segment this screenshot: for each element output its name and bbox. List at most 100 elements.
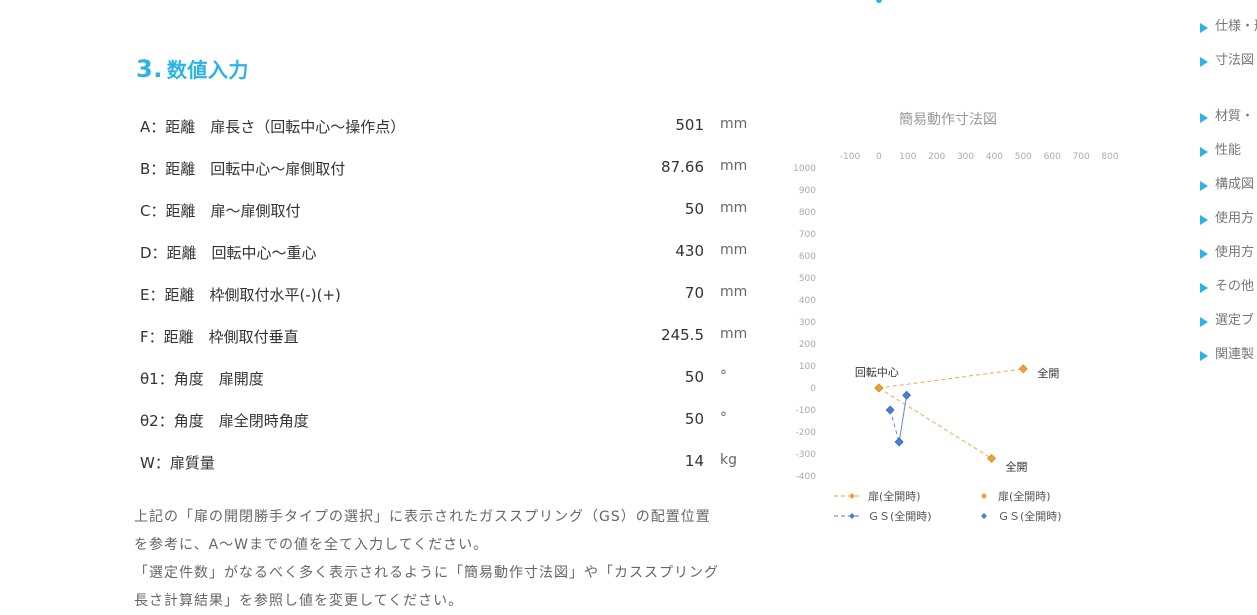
input-value[interactable]: 430 [584, 242, 704, 260]
input-value[interactable]: 70 [584, 284, 704, 302]
y-tick-label: -200 [796, 428, 817, 438]
input-label: B：距離 回転中心～扉側取付 [140, 160, 346, 178]
input-unit: mm [720, 116, 748, 132]
sidebar-item[interactable]: 性能 [1198, 142, 1257, 176]
sidebar-item-label: 仕様・形 [1215, 19, 1257, 34]
legend-label: 扉(全開時) [998, 489, 1051, 503]
input-unit: mm [720, 242, 748, 258]
y-tick-label: 600 [799, 252, 816, 262]
instructions: 上記の「扉の開閉勝手タイプの選択」に表示されたガススプリング（GS）の配置位置 … [134, 503, 774, 615]
point-annotation: 全開 [1037, 366, 1059, 380]
x-tick-label: 400 [986, 152, 1003, 162]
input-unit: mm [720, 326, 748, 342]
series-line [898, 395, 908, 442]
x-tick-label: 500 [1015, 152, 1032, 162]
input-value[interactable]: 14 [584, 452, 704, 470]
sidebar-item[interactable]: 構成図 [1198, 176, 1257, 210]
triangle-right-icon [1200, 317, 1208, 327]
sidebar-item[interactable]: その他 [1198, 278, 1257, 312]
input-value[interactable]: 50 [584, 200, 704, 218]
chart-svg: 簡易動作寸法図 -100 0 100 200 300 400 500 600 700 800 1000… [793, 112, 1119, 523]
sidebar-item-label: 材質・ [1215, 109, 1255, 124]
note-line: 「選定件数」がなるべく多く表示されるように「簡易動作寸法図」や「カススプリング [134, 565, 719, 581]
x-tick-label: -100 [840, 152, 861, 162]
sidebar-item[interactable]: 材質・ [1198, 108, 1257, 142]
note-line: 上記の「扉の開閉勝手タイプの選択」に表示されたガススプリング（GS）の配置位置 [134, 509, 711, 525]
input-row: B：距離 回転中心～扉側取付 87.66 mm [140, 158, 760, 182]
input-value[interactable]: 50 [584, 368, 704, 386]
y-tick-label: 900 [799, 186, 816, 196]
input-row: W：扉質量 14 kg [140, 452, 760, 476]
legend-marker [981, 513, 987, 519]
y-tick-label: -400 [796, 472, 817, 482]
triangle-right-icon [1200, 113, 1208, 123]
legend-label: 扉(全開時) [868, 489, 921, 503]
sidebar-item[interactable]: 選定ブ [1198, 312, 1257, 346]
input-label: F：距離 枠側取付垂直 [140, 328, 299, 346]
x-tick-label: 700 [1073, 152, 1090, 162]
triangle-right-icon [1200, 147, 1208, 157]
triangle-right-icon [1200, 283, 1208, 293]
chart-title: 簡易動作寸法図 [899, 112, 997, 128]
triangle-right-icon [1200, 215, 1208, 225]
sidebar-item[interactable]: 関連製 [1198, 346, 1257, 380]
sidebar-item[interactable]: 使用方 [1198, 210, 1257, 244]
input-label: W：扉質量 [140, 454, 215, 472]
sidebar-item[interactable]: 寸法図・GSF [1198, 52, 1257, 108]
legend-label: ＧＳ(全開時) [868, 509, 932, 523]
sidebar-item-label: 性能 [1215, 143, 1242, 158]
y-tick-label: 500 [799, 274, 816, 284]
data-point [894, 437, 904, 447]
input-value[interactable]: 245.5 [584, 326, 704, 344]
note-line: 長さ計算結果」を参照し値を変更してください。 [134, 593, 464, 609]
sidebar-item-label: 構成図 [1215, 177, 1255, 192]
input-row: θ2：角度 扉全閉時角度 50 ° [140, 410, 760, 434]
x-tick-label: 800 [1101, 152, 1118, 162]
y-tick-label: 800 [799, 208, 816, 218]
y-tick-label: -300 [796, 450, 817, 460]
sidebar-item-label: 使用方 [1215, 245, 1255, 260]
data-point [902, 390, 912, 400]
sidebar-item[interactable]: 使用方 [1198, 244, 1257, 278]
input-value[interactable]: 50 [584, 410, 704, 428]
series-line [878, 368, 1024, 389]
sidebar-item-label: その他 [1215, 279, 1255, 294]
y-tick-label: 0 [810, 384, 816, 394]
input-label: C：距離 扉～扉側取付 [140, 202, 301, 220]
note-line: を参考に、A～Wまでの値を全て入力してください。 [134, 537, 489, 553]
legend-marker [849, 513, 855, 519]
input-row: D：距離 回転中心～重心 430 mm [140, 242, 760, 266]
triangle-right-icon [1200, 57, 1208, 67]
y-tick-label: -100 [796, 406, 817, 416]
sidebar-item-label: 選定ブ [1215, 313, 1255, 328]
series-line [889, 409, 900, 443]
section-title: 3. 数値入力 [136, 54, 249, 83]
input-label: θ2：角度 扉全閉時角度 [140, 412, 309, 430]
x-tick-label: 200 [928, 152, 945, 162]
data-point [1018, 364, 1028, 374]
input-unit: ° [720, 410, 727, 426]
input-unit: mm [720, 200, 748, 216]
sidebar-item[interactable]: 仕様・形 [1198, 18, 1257, 52]
point-annotation: 全開 [1006, 459, 1028, 473]
data-point [885, 405, 895, 415]
data-point [874, 383, 884, 393]
input-unit: ° [720, 368, 727, 384]
legend-label: ＧＳ(全開時) [998, 509, 1062, 523]
y-tick-label: 700 [799, 230, 816, 240]
triangle-right-icon [1200, 249, 1208, 259]
y-tick-label: 1000 [793, 164, 816, 174]
input-label: A：距離 扉長さ（回転中心～操作点） [140, 118, 406, 136]
y-tick-label: 100 [799, 362, 816, 372]
input-unit: mm [720, 158, 748, 174]
sidebar-nav: 仕様・形寸法図・GSF材質・性能構成図使用方使用方その他選定ブ関連製 [1198, 18, 1257, 380]
input-row: θ1：角度 扉開度 50 ° [140, 368, 760, 392]
section-title-text: 数値入力 [166, 58, 249, 82]
input-value[interactable]: 501 [584, 116, 704, 134]
input-value[interactable]: 87.66 [584, 158, 704, 176]
motion-diagram-chart: 簡易動作寸法図 -100 0 100 200 300 400 500 600 700 800 1000… [780, 100, 1130, 530]
x-tick-label: 300 [957, 152, 974, 162]
y-tick-label: 400 [799, 296, 816, 306]
legend-marker [981, 493, 987, 499]
triangle-right-icon [1200, 351, 1208, 361]
